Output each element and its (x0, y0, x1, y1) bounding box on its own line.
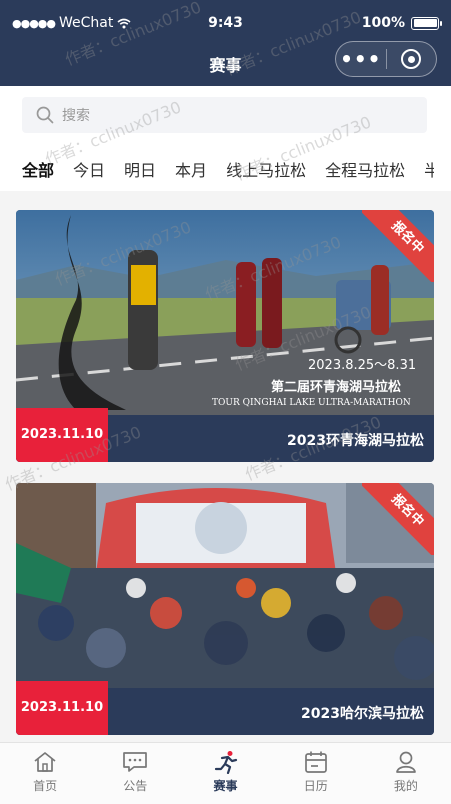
event-card-footer: 2023.11.10 2023哈尔滨马拉松 (16, 681, 434, 735)
tab-today[interactable]: 今日 (73, 157, 105, 181)
tab-tomorrow[interactable]: 明日 (124, 157, 156, 181)
event-card-footer: 2023.11.10 2023环青海湖马拉松 (16, 408, 434, 462)
battery-percent: 100% (361, 15, 405, 31)
event-poster-image: 2023.8.25～8.31 第二届环青海湖马拉松 TOUR QINGHAI L… (16, 210, 434, 415)
event-card[interactable]: 2023.8.25～8.31 第二届环青海湖马拉松 TOUR QINGHAI L… (16, 210, 434, 462)
user-icon (396, 751, 416, 773)
bottom-tab-bar: 首页 公告 赛事 日历 我的 (0, 742, 451, 804)
tab-online-marathon[interactable]: 线上马拉松 (226, 157, 306, 181)
tabbar-calendar[interactable]: 日历 (271, 743, 361, 804)
event-poster-image: 报名中 (16, 483, 434, 688)
search-icon (36, 106, 54, 124)
event-card[interactable]: 报名中 2023.11.10 2023哈尔滨马拉松 (16, 483, 434, 735)
poster-date: 2023.8.25～8.31 (308, 358, 417, 373)
event-date-badge: 2023.11.10 (16, 681, 108, 735)
tabbar-notice[interactable]: 公告 (90, 743, 180, 804)
target-icon (401, 49, 422, 69)
tab-half-marathon[interactable]: 半 (424, 157, 434, 181)
poster-title: 第二届环青海湖马拉松 (271, 380, 402, 395)
nav-bar: 赛事 ••• (0, 36, 451, 86)
message-icon (123, 752, 148, 772)
more-menu-button[interactable]: ••• (336, 41, 386, 77)
tabbar-events[interactable]: 赛事 (180, 743, 270, 804)
tabbar-home[interactable]: 首页 (0, 743, 90, 804)
event-name: 2023环青海湖马拉松 (287, 433, 424, 449)
close-miniprogram-button[interactable] (386, 49, 436, 69)
event-name: 2023哈尔滨马拉松 (301, 706, 424, 722)
status-bar: ●●●●● WeChat 9:43 100% (0, 0, 451, 36)
search-placeholder: 搜索 (62, 108, 90, 124)
category-tabs: 全部 今日 明日 本月 线上马拉松 全程马拉松 半 (22, 157, 434, 181)
poster-subtitle: TOUR QINGHAI LAKE ULTRA-MARATHON (212, 398, 411, 408)
tab-this-month[interactable]: 本月 (175, 157, 207, 181)
menu-capsule: ••• (335, 41, 437, 77)
calendar-icon (304, 751, 327, 773)
tabbar-mine[interactable]: 我的 (361, 743, 451, 804)
filter-panel: 搜索 全部 今日 明日 本月 线上马拉松 全程马拉松 半 (0, 86, 451, 191)
event-date-badge: 2023.11.10 (16, 408, 108, 462)
battery-icon (411, 16, 442, 30)
runner-icon (214, 751, 237, 774)
tab-full-marathon[interactable]: 全程马拉松 (325, 157, 405, 181)
status-ribbon: 报名中 (362, 483, 434, 555)
top-header: ●●●●● WeChat 9:43 100% 赛事 ••• (0, 0, 451, 86)
home-icon (34, 752, 56, 772)
status-ribbon: 报名中 (362, 210, 434, 282)
tab-all[interactable]: 全部 (22, 157, 54, 181)
search-input[interactable]: 搜索 (22, 97, 427, 133)
